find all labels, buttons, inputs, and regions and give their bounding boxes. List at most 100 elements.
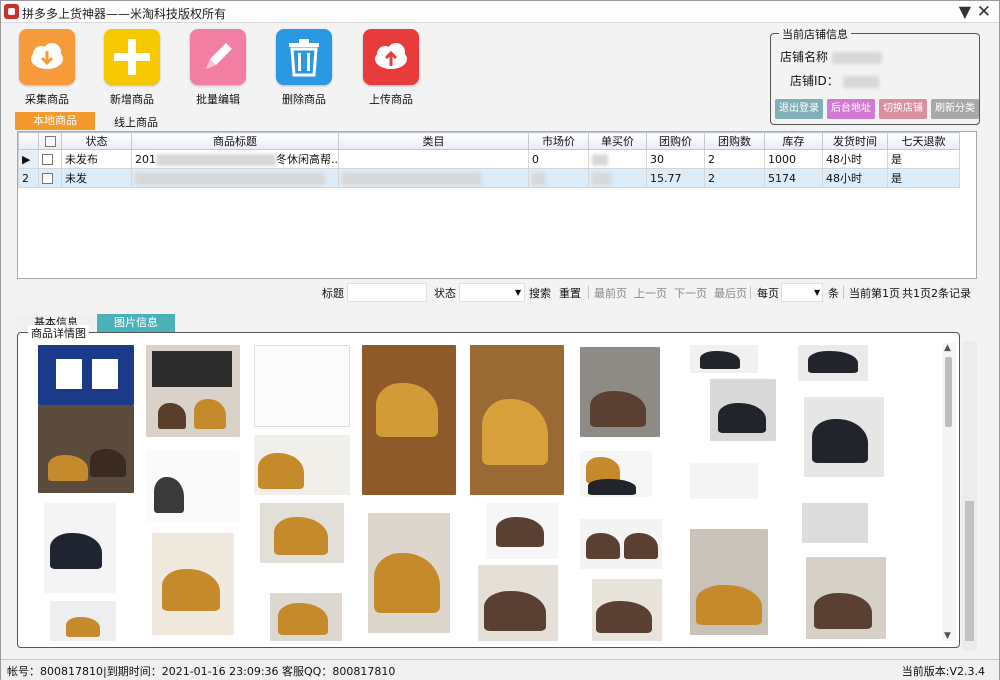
per-page-unit: 条 [828, 287, 839, 300]
detail-image[interactable] [368, 513, 450, 633]
row-market-blur [532, 172, 546, 185]
detail-image[interactable] [802, 503, 868, 543]
account-info: 帐号：800817810|到期时间：2021-01-16 23:09:36 客服… [7, 665, 396, 678]
page-scroll-thumb[interactable] [965, 501, 974, 641]
table-row[interactable]: ▶ 未发布 201 冬休闲高帮... 0 30 2 1000 48小时 是 [18, 149, 960, 169]
detail-image[interactable] [806, 557, 886, 639]
add-goods-button[interactable]: 新增商品 [97, 29, 167, 107]
tab-local-goods[interactable]: 本地商品 [15, 112, 95, 130]
detail-image[interactable] [580, 451, 652, 497]
table-row[interactable]: 2 未发 15.77 2 5174 48小时 是 [18, 168, 960, 188]
col-title[interactable]: 商品标题 [131, 132, 339, 150]
detail-image[interactable] [260, 503, 344, 563]
next-page-button[interactable]: 下一页 [674, 285, 707, 301]
col-category[interactable]: 类目 [338, 132, 529, 150]
row-select-cell[interactable] [38, 149, 62, 169]
row-title [131, 168, 339, 188]
admin-url-button[interactable]: 后台地址 [827, 99, 875, 119]
search-pagination-bar: 标题 状态 ▼ 搜索 重置 最前页 上一页 下一页 最后页 每页 ▼ 条 当前第… [17, 283, 977, 303]
gallery-scrollbar[interactable]: ▲ ▼ [942, 343, 956, 641]
detail-image[interactable] [146, 451, 240, 523]
first-page-button[interactable]: 最前页 [594, 285, 627, 301]
store-id-value [842, 75, 879, 88]
window-menu-icon[interactable]: ▼ [959, 2, 971, 21]
search-title-label: 标题 [322, 287, 344, 300]
search-button[interactable]: 搜索 [529, 285, 551, 301]
toolbar-divider [750, 286, 751, 299]
detail-image[interactable] [580, 519, 662, 569]
col-single-price[interactable]: 单买价 [588, 132, 647, 150]
detail-image[interactable] [478, 565, 558, 641]
store-name-value [831, 51, 882, 64]
prev-page-button[interactable]: 上一页 [634, 285, 667, 301]
detail-image[interactable] [38, 405, 134, 493]
detail-image[interactable] [690, 529, 768, 635]
switch-store-button[interactable]: 切换店铺 [879, 99, 927, 119]
upload-goods-label: 上传商品 [369, 93, 413, 106]
delete-goods-label: 删除商品 [282, 93, 326, 106]
col-group-price[interactable]: 团购价 [646, 132, 705, 150]
detail-image[interactable] [44, 503, 116, 593]
last-page-button[interactable]: 最后页 [714, 285, 747, 301]
cloud-download-icon [19, 29, 75, 85]
detail-image[interactable] [486, 503, 558, 559]
close-icon[interactable]: ✕ [977, 2, 991, 22]
detail-image[interactable] [690, 345, 758, 373]
row-refund: 是 [887, 168, 960, 188]
pencil-icon [190, 29, 246, 85]
tab-online-goods[interactable]: 线上商品 [99, 114, 173, 132]
batch-edit-button[interactable]: 批量编辑 [183, 29, 253, 107]
cloud-upload-icon [363, 29, 419, 85]
qr-code-banner[interactable] [38, 345, 134, 405]
col-stock[interactable]: 库存 [764, 132, 823, 150]
collect-goods-button[interactable]: 采集商品 [12, 29, 82, 107]
col-group-count[interactable]: 团购数 [704, 132, 765, 150]
row-checkbox[interactable] [42, 173, 53, 184]
row-category [338, 168, 529, 188]
version-text: 当前版本:V2.3.4 [901, 665, 985, 678]
refresh-category-button[interactable]: 刷新分类 [931, 99, 979, 119]
col-refund[interactable]: 七天退款 [887, 132, 960, 150]
detail-image[interactable] [270, 593, 342, 641]
detail-image[interactable] [592, 579, 662, 641]
row-checkbox[interactable] [42, 154, 53, 165]
detail-image[interactable] [254, 435, 350, 495]
search-title-input[interactable] [347, 283, 427, 302]
page-scrollbar[interactable] [962, 341, 977, 651]
detail-image[interactable] [580, 347, 660, 437]
upload-goods-button[interactable]: 上传商品 [356, 29, 426, 107]
row-title-blur [135, 172, 325, 185]
row-status: 未发布 [61, 149, 132, 169]
detail-image[interactable] [690, 463, 758, 499]
size-chart-image[interactable] [254, 345, 350, 427]
col-status[interactable]: 状态 [61, 132, 132, 150]
logout-button[interactable]: 退出登录 [775, 99, 823, 119]
detail-image[interactable] [362, 345, 456, 495]
detail-image[interactable] [710, 379, 776, 441]
row-title: 201 冬休闲高帮... [131, 149, 339, 169]
detail-image[interactable] [50, 601, 116, 641]
col-ship-time[interactable]: 发货时间 [822, 132, 888, 150]
row-stock: 1000 [764, 149, 823, 169]
store-info-panel: 当前店铺信息 店铺名称 店铺ID： 退出登录 后台地址 切换店铺 刷新分类 [770, 26, 980, 125]
status-dropdown-icon[interactable]: ▼ [515, 288, 521, 297]
title-bar: 拼多多上货神器——米淘科技版权所有 ▼ ✕ [1, 1, 999, 23]
detail-image[interactable] [798, 345, 868, 381]
detail-images-legend: 商品详情图 [28, 325, 89, 341]
row-select-cell[interactable] [38, 168, 62, 188]
fashion-banner[interactable] [146, 345, 240, 437]
reset-button[interactable]: 重置 [559, 285, 581, 301]
scroll-down-icon[interactable]: ▼ [944, 631, 951, 641]
per-page-label: 每页 [757, 287, 779, 300]
select-all-checkbox[interactable] [44, 136, 56, 147]
tab-image-info[interactable]: 图片信息 [97, 314, 175, 332]
gallery-scroll-thumb[interactable] [945, 357, 952, 427]
detail-image[interactable] [152, 533, 234, 635]
select-all-header[interactable] [38, 132, 62, 150]
scroll-up-icon[interactable]: ▲ [944, 343, 951, 353]
detail-image[interactable] [470, 345, 564, 495]
delete-goods-button[interactable]: 删除商品 [269, 29, 339, 107]
detail-image[interactable] [804, 397, 884, 477]
per-page-dropdown-icon[interactable]: ▼ [814, 288, 820, 297]
col-market-price[interactable]: 市场价 [528, 132, 589, 150]
